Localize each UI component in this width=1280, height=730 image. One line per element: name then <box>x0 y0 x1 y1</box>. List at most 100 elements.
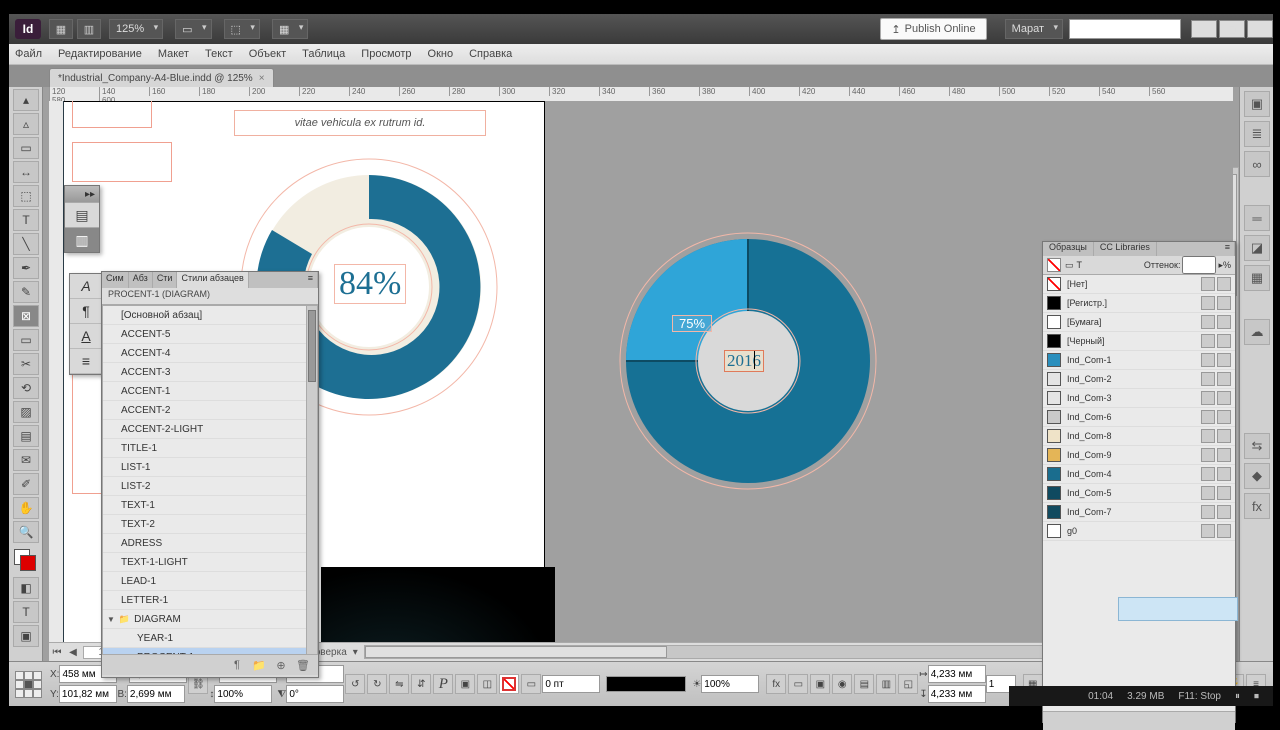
character-styles-icon[interactable]: A <box>70 274 102 299</box>
fill-proxy[interactable] <box>499 674 519 694</box>
zoom-level-select[interactable]: 125% <box>109 19 163 39</box>
corner-options-icon[interactable]: ◱ <box>898 674 918 694</box>
mini-floating-panel[interactable]: ▸▸ ▤ ▥ <box>64 185 100 253</box>
style-item[interactable]: ▼📁DIAGRAM <box>103 610 317 629</box>
hand-tool[interactable]: ✋ <box>13 497 39 519</box>
cc-libraries-icon[interactable]: ☁ <box>1244 319 1270 345</box>
style-item[interactable]: LIST-2 <box>103 477 317 496</box>
text-wrap-jump-icon[interactable]: ▤ <box>854 674 874 694</box>
swatch-item[interactable]: Ind_Com-8 <box>1043 427 1235 446</box>
paragraph-styles-panel[interactable]: Сим Абз Сти Стили абзацев ≡ PROCENT-1 (D… <box>101 271 319 678</box>
rotate-cw-icon[interactable]: ↻ <box>367 674 387 694</box>
tab-styles[interactable]: Сти <box>153 272 178 288</box>
swatch-item[interactable]: [Черный] <box>1043 332 1235 351</box>
effects-icon[interactable]: fx <box>766 674 786 694</box>
paragraph-panel-icon[interactable]: ≡ <box>70 349 102 374</box>
pen-tool[interactable]: ✒ <box>13 257 39 279</box>
menu-file[interactable]: Файл <box>15 48 42 60</box>
rectangle-frame-tool[interactable]: ⊠ <box>13 305 39 327</box>
menu-help[interactable]: Справка <box>469 48 512 60</box>
flip-h-icon[interactable]: ⇋ <box>389 674 409 694</box>
swatch-item[interactable]: Ind_Com-9 <box>1043 446 1235 465</box>
swatch-item[interactable]: g0 <box>1043 522 1235 541</box>
links-panel-icon[interactable]: ∞ <box>1244 151 1270 177</box>
screen-mode-select[interactable]: ⬚ <box>224 19 260 39</box>
reference-point-proxy[interactable] <box>15 671 42 698</box>
help-search-input[interactable] <box>1069 19 1181 39</box>
stroke-proxy[interactable]: ▭ <box>521 674 541 694</box>
tab-paragraph-styles[interactable]: Стили абзацев <box>177 272 248 288</box>
style-item[interactable]: ACCENT-1 <box>103 382 317 401</box>
stroke-weight-field[interactable] <box>542 675 600 693</box>
prev-page-button[interactable]: ◀ <box>65 647 81 658</box>
direct-selection-tool[interactable]: ▵ <box>13 113 39 135</box>
new-style-icon[interactable]: ⊕ <box>272 658 290 672</box>
menu-edit[interactable]: Редактирование <box>58 48 142 60</box>
tint-input[interactable] <box>1182 256 1216 274</box>
style-item[interactable]: ADRESS <box>103 534 317 553</box>
tab-cc-libraries[interactable]: CC Libraries <box>1094 242 1157 256</box>
style-item[interactable]: TEXT-1 <box>103 496 317 515</box>
character-panel-icon[interactable]: A <box>70 324 102 349</box>
panel-menu-icon[interactable]: ≡ <box>1221 242 1235 256</box>
swatch-item[interactable]: [Регистр.] <box>1043 294 1235 313</box>
swatches-panel[interactable]: Образцы CC Libraries ≡ ▭T Оттенок: ▸ % [… <box>1042 241 1236 723</box>
note-tool[interactable]: ✉ <box>13 449 39 471</box>
effects-panel-icon[interactable]: fx <box>1244 493 1270 519</box>
clear-override-icon[interactable]: ¶ <box>228 658 246 672</box>
swatch-item[interactable]: Ind_Com-3 <box>1043 389 1235 408</box>
page-tool[interactable]: ▭ <box>13 137 39 159</box>
rotate-ccw-icon[interactable]: ↺ <box>345 674 365 694</box>
rec-pause-icon[interactable]: ⏸ <box>1235 691 1240 702</box>
menu-layout[interactable]: Макет <box>158 48 189 60</box>
delete-style-icon[interactable]: 🗑 <box>294 658 312 672</box>
arrange-select[interactable]: ▦ <box>272 19 308 39</box>
gradient-swatch-tool[interactable]: ▨ <box>13 401 39 423</box>
panel-menu-icon[interactable]: ≡ <box>304 272 318 288</box>
stroke-style-select[interactable] <box>606 676 686 692</box>
mini-panel-icon[interactable]: ▤ <box>65 202 99 227</box>
tab-char-styles[interactable]: Сим <box>102 272 129 288</box>
flip-v-icon[interactable]: ⇵ <box>411 674 431 694</box>
swatch-item[interactable]: Ind_Com-1 <box>1043 351 1235 370</box>
free-transform-tool[interactable]: ⟲ <box>13 377 39 399</box>
fill-stroke-proxy[interactable] <box>14 549 36 571</box>
style-item[interactable]: LIST-1 <box>103 458 317 477</box>
tab-para[interactable]: Абз <box>129 272 153 288</box>
gap-tool[interactable]: ↔ <box>13 161 39 183</box>
corner-x-field[interactable] <box>928 665 986 683</box>
tab-swatches[interactable]: Образцы <box>1043 242 1094 256</box>
workspace-select[interactable]: Марат <box>1005 19 1063 39</box>
style-item[interactable]: ACCENT-2-LIGHT <box>103 420 317 439</box>
menu-table[interactable]: Таблица <box>302 48 345 60</box>
scale-y-field[interactable] <box>214 685 272 703</box>
swatch-item[interactable]: Ind_Com-4 <box>1043 465 1235 484</box>
zoom-tool[interactable]: 🔍 <box>13 521 39 543</box>
window-restore-button[interactable]: ▢ <box>1219 20 1245 38</box>
rec-stop-icon[interactable]: ⏹ <box>1254 691 1259 702</box>
first-page-button[interactable]: ⏮ <box>49 647 65 658</box>
donut-chart-right[interactable]: 75% 2016 <box>618 231 878 491</box>
style-item[interactable]: YEAR-1 <box>103 629 317 648</box>
content-collector-tool[interactable]: ⬚ <box>13 185 39 207</box>
style-item[interactable]: TEXT-2 <box>103 515 317 534</box>
window-minimize-button[interactable]: – <box>1191 20 1217 38</box>
align-panel-icon[interactable]: ⇆ <box>1244 433 1270 459</box>
pathfinder-panel-icon[interactable]: ◆ <box>1244 463 1270 489</box>
menu-type[interactable]: Текст <box>205 48 233 60</box>
select-container-icon[interactable]: ▣ <box>455 674 475 694</box>
y-field[interactable] <box>59 685 117 703</box>
text-wrap-bounding-icon[interactable]: ▣ <box>810 674 830 694</box>
rectangle-tool[interactable]: ▭ <box>13 329 39 351</box>
character-panel-strip[interactable]: A ¶ A ≡ <box>69 273 103 375</box>
swatch-item[interactable]: [Бумага] <box>1043 313 1235 332</box>
pencil-tool[interactable]: ✎ <box>13 281 39 303</box>
eyedropper-tool[interactable]: ✐ <box>13 473 39 495</box>
h-field[interactable] <box>127 685 185 703</box>
opacity-field[interactable] <box>701 675 759 693</box>
styles-scrollbar[interactable] <box>306 306 317 654</box>
publish-online-button[interactable]: ↥ Publish Online <box>880 18 986 40</box>
stroke-panel-icon[interactable]: ═ <box>1244 205 1270 231</box>
formatting-container-icon[interactable]: T <box>13 601 39 623</box>
style-item[interactable]: LEAD-1 <box>103 572 317 591</box>
